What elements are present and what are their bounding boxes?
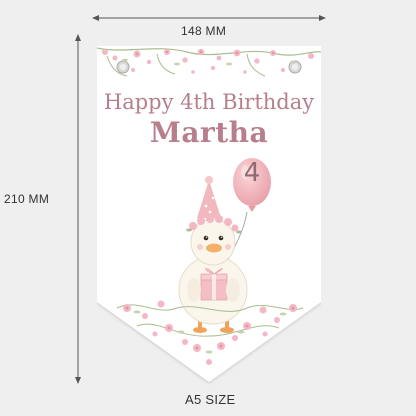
banner-name: Martha — [149, 116, 269, 149]
banner-greeting: Happy 4th Birthday — [103, 90, 315, 114]
height-measure-line — [75, 34, 81, 384]
birthday-banner: Happy 4th Birthday Martha 4 — [97, 46, 321, 386]
width-measure-line — [92, 15, 326, 21]
width-label: 148 MM — [181, 24, 227, 38]
size-label: A5 SIZE — [185, 392, 236, 407]
balloon-number: 4 — [243, 158, 261, 188]
height-label: 210 MM — [4, 192, 50, 206]
